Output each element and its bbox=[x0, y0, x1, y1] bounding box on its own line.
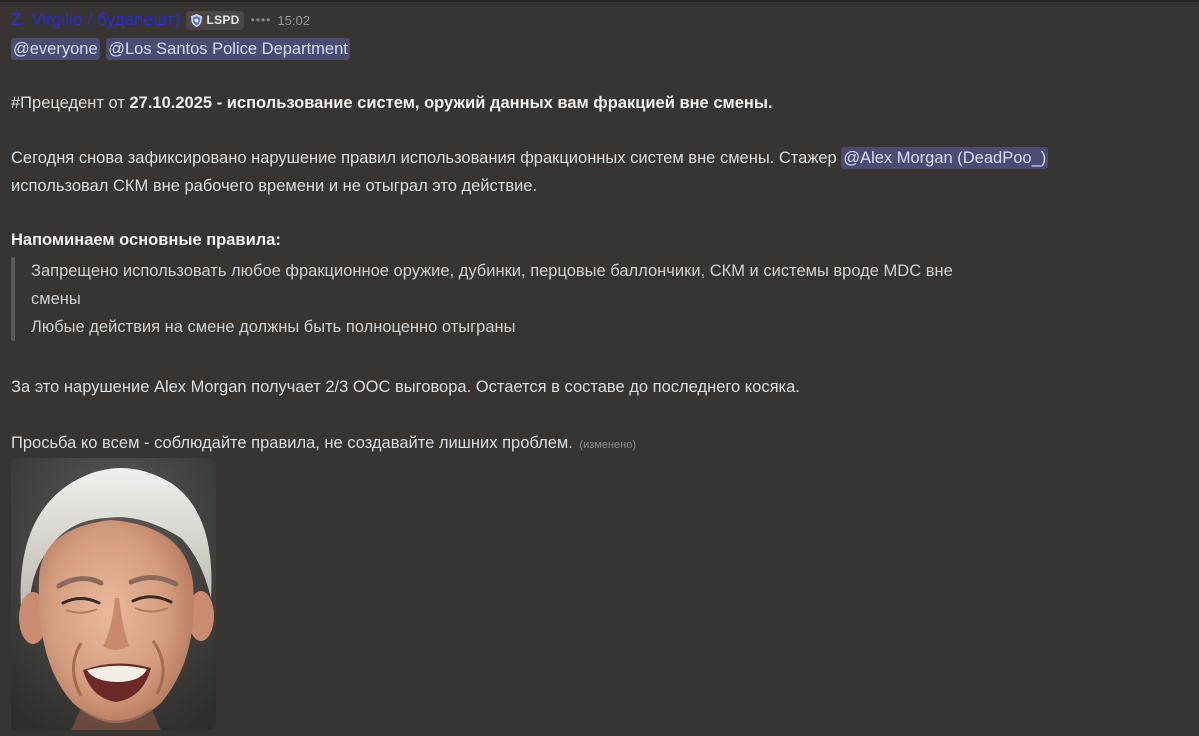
mention-user[interactable]: @Alex Morgan (DeadPoo_) bbox=[841, 147, 1049, 169]
shield-badge-icon bbox=[191, 13, 203, 27]
timestamp[interactable]: 15:02 bbox=[277, 13, 310, 28]
mention-role-lspd[interactable]: @Los Santos Police Department bbox=[106, 38, 350, 60]
rule-item: Любые действия на смене должны быть полн… bbox=[31, 318, 516, 336]
rules-heading: Напоминаем основные правила: bbox=[11, 231, 281, 249]
rule-item: Запрещено использовать любое фракционное… bbox=[31, 262, 953, 280]
precedent-title: - использование систем, оружий данных ва… bbox=[216, 94, 773, 112]
author-name[interactable]: Z. Virgilio / будапешт) bbox=[11, 10, 180, 30]
paragraph-1-line-1: Сегодня снова зафиксировано нарушение пр… bbox=[11, 144, 1049, 172]
request-text: Просьба ко всем - соблюдайте правила, не… bbox=[11, 434, 573, 452]
precedent-line: #Прецедент от 27.10.2025 - использование… bbox=[11, 89, 773, 117]
server-tag-label: LSPD bbox=[206, 13, 240, 27]
precedent-prefix: #Прецедент от bbox=[11, 94, 125, 112]
paragraph-1-end: использовал СКМ вне рабочего времени и н… bbox=[11, 177, 538, 195]
mentions-line: @everyone @Los Santos Police Department bbox=[11, 35, 350, 63]
more-dots-icon: •••• bbox=[250, 13, 272, 27]
penalty-text: За это нарушение Alex Morgan получает 2/… bbox=[11, 378, 800, 396]
server-tag[interactable]: LSPD bbox=[186, 10, 244, 30]
mention-everyone[interactable]: @everyone bbox=[11, 38, 100, 60]
precedent-date: 27.10.2025 bbox=[129, 94, 213, 112]
paragraph-1-line-2: использовал СКМ вне рабочего времени и н… bbox=[11, 172, 537, 200]
portrait-image bbox=[11, 458, 216, 730]
edited-label: (изменено) bbox=[579, 439, 637, 451]
message-header: Z. Virgilio / будапешт) LSPD •••• 15:02 bbox=[11, 9, 310, 31]
rule-item-continuation: смены bbox=[31, 290, 81, 308]
rules-blockquote: Запрещено использовать любое фракционное… bbox=[11, 257, 1131, 341]
attached-image[interactable] bbox=[11, 458, 216, 730]
paragraph-1-start: Сегодня снова зафиксировано нарушение пр… bbox=[11, 149, 837, 167]
chat-message: Z. Virgilio / будапешт) LSPD •••• 15:02 … bbox=[11, 0, 1196, 736]
request-line: Просьба ко всем - соблюдайте правила, не… bbox=[11, 429, 636, 459]
